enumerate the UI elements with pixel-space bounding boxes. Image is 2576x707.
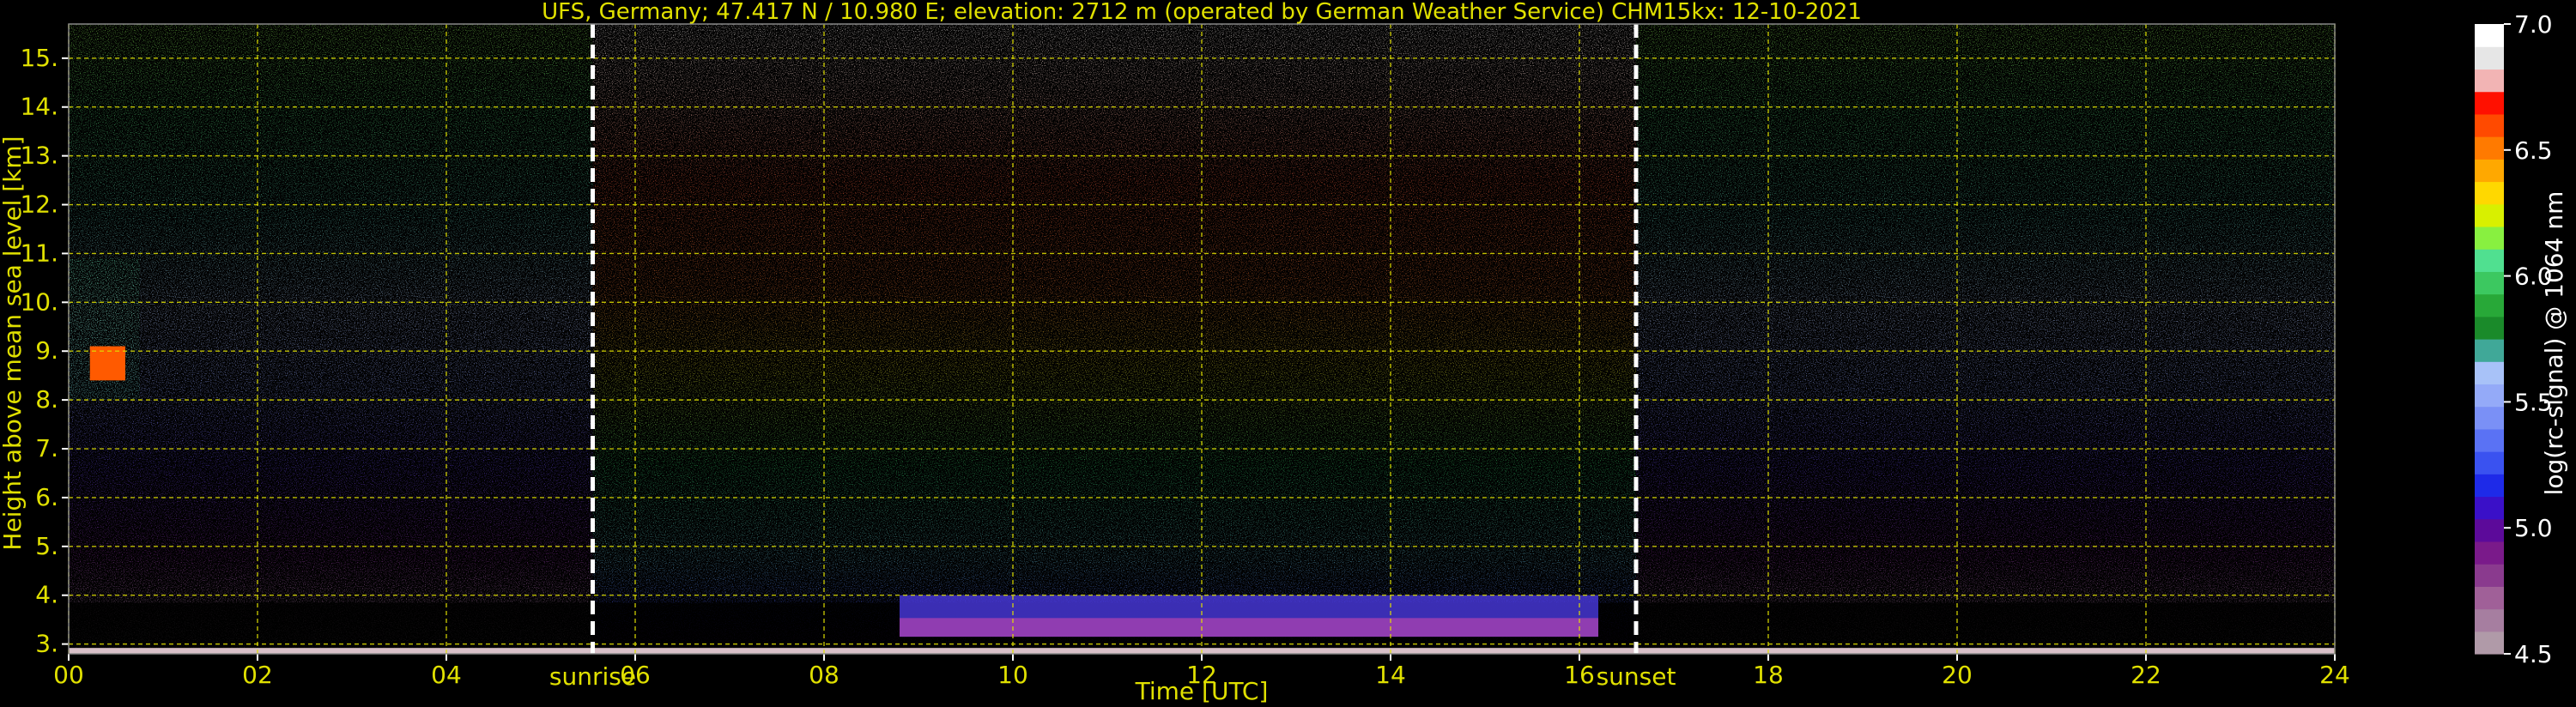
colorbar-segment — [2475, 159, 2504, 183]
colorbar-segment — [2475, 541, 2504, 565]
x-tick-label: 08 — [809, 661, 839, 689]
ceilometer-chart: sunrise sunset 00 02 04 06 08 10 12 14 16 18 20 22 24… — [0, 0, 2568, 705]
x-tick-label: 14 — [1375, 661, 1406, 689]
y-tick-label: 8. — [35, 385, 58, 414]
colorbar-segment — [2475, 564, 2504, 587]
y-axis-label: Height above mean sea level [km] — [0, 136, 27, 550]
colorbar-segment — [2475, 271, 2504, 295]
y-tick-label: 14. — [20, 93, 58, 121]
colorbar-segment — [2475, 91, 2504, 115]
x-tick-label: 10 — [997, 661, 1028, 689]
x-tick-label: 04 — [431, 661, 462, 689]
y-tick-label: 3. — [35, 630, 58, 658]
colorbar-segment — [2475, 24, 2504, 47]
y-tick-label: 15. — [20, 44, 58, 72]
colorbar-tick-label: 6.5 — [2514, 136, 2553, 165]
colorbar-segment — [2475, 428, 2504, 452]
colorbar-segment — [2475, 69, 2504, 93]
y-tick-label: 4. — [35, 581, 58, 609]
colorbar-segment — [2475, 249, 2504, 272]
colorbar-segment — [2475, 203, 2504, 227]
colorbar-segment — [2475, 316, 2504, 340]
x-tick-label: 22 — [2131, 661, 2161, 689]
colorbar-segment — [2475, 608, 2504, 632]
x-axis-label: Time [UTC] — [1135, 677, 1269, 705]
y-tick-label: 7. — [35, 434, 58, 462]
heatmap-night-morning — [69, 24, 593, 654]
x-tick-label: 16 — [1564, 661, 1595, 689]
colorbar-segment — [2475, 339, 2504, 362]
y-tick-label: 9. — [35, 336, 58, 365]
colorbar-segment — [2475, 136, 2504, 160]
heatmap-night-evening — [1636, 24, 2335, 654]
colorbar-segment — [2475, 631, 2504, 655]
x-tick-label: 24 — [2319, 661, 2350, 689]
y-tick-label: 6. — [35, 483, 58, 511]
colorbar-segment — [2475, 113, 2504, 137]
colorbar-segment — [2475, 518, 2504, 542]
x-tick-label: 00 — [53, 661, 84, 689]
colorbar-segment — [2475, 226, 2504, 250]
colorbar-segment — [2475, 406, 2504, 430]
feature-cirrus — [69, 258, 140, 401]
colorbar-segment — [2475, 384, 2504, 408]
y-tick-label: 5. — [35, 532, 58, 560]
colorbar-tick-label: 7.0 — [2514, 10, 2553, 39]
colorbar-segment — [2475, 586, 2504, 610]
x-tick-label: 18 — [1753, 661, 1784, 689]
heatmap-daytime — [592, 24, 1636, 654]
colorbar-tick-label: 5.0 — [2514, 514, 2553, 542]
x-tick-label: 20 — [1942, 661, 1973, 689]
chart-title: UFS, Germany; 47.417 N / 10.980 E; eleva… — [542, 0, 1862, 25]
x-tick-label: 06 — [620, 661, 651, 689]
x-tick-label: 02 — [242, 661, 273, 689]
colorbar-segment — [2475, 474, 2504, 498]
colorbar-segment — [2475, 293, 2504, 317]
colorbar-segment — [2475, 496, 2504, 520]
sunset-label: sunset — [1597, 662, 1676, 691]
feature-boundary-layer — [900, 595, 1598, 638]
colorbar-segment — [2475, 181, 2504, 205]
colorbar-segment — [2475, 451, 2504, 474]
colorbar-segment — [2475, 361, 2504, 385]
colorbar-segment — [2475, 46, 2504, 70]
colorbar-label: log(rc-signal) @ 1064 nm — [2540, 191, 2568, 496]
colorbar-tick-label: 4.5 — [2514, 640, 2553, 668]
